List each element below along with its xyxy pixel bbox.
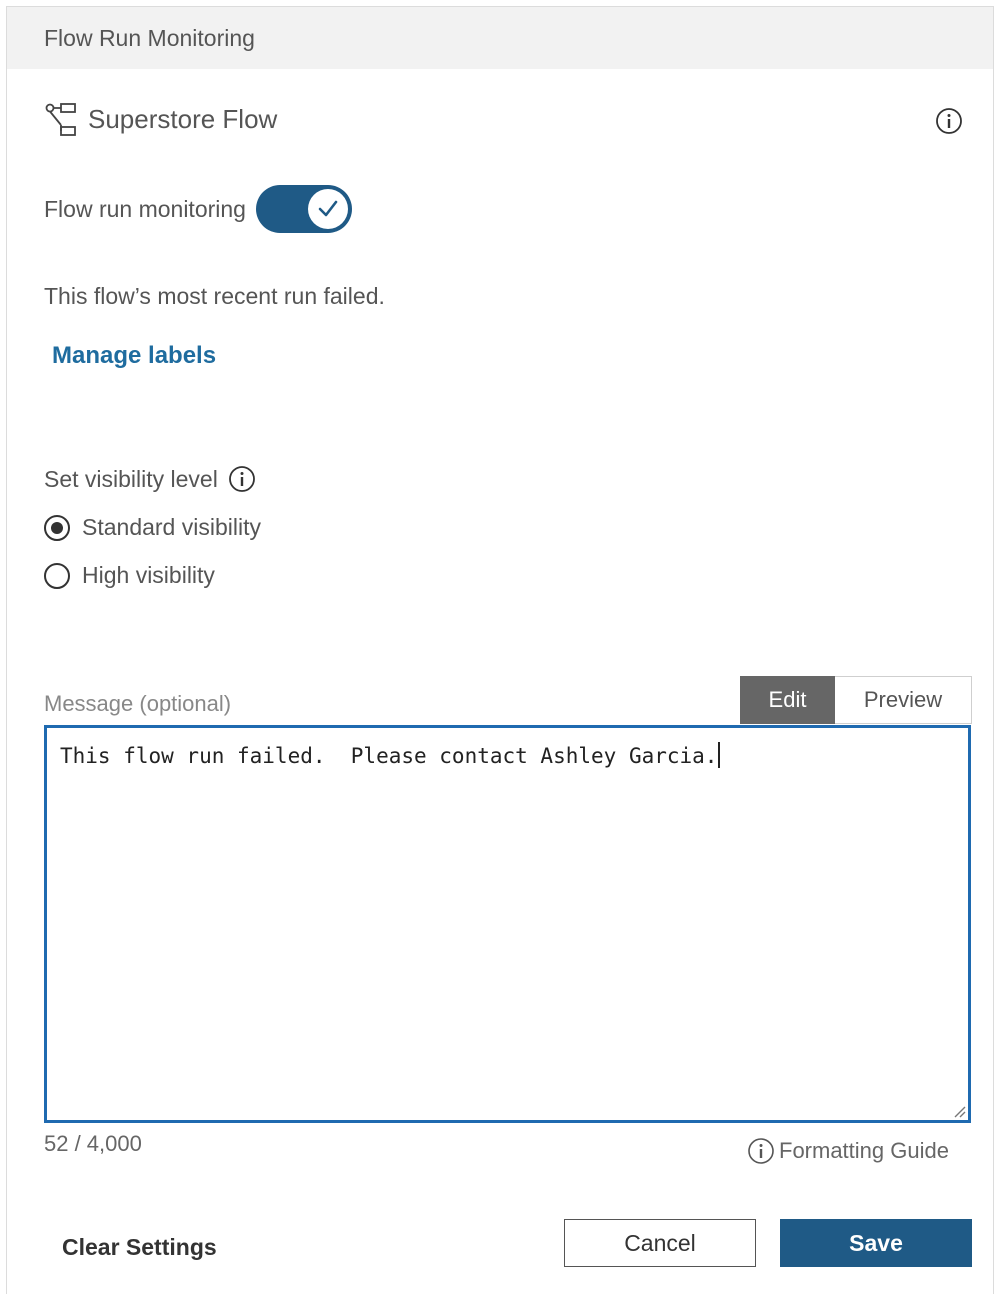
tab-preview[interactable]: Preview — [835, 676, 972, 724]
manage-labels-link[interactable]: Manage labels — [52, 342, 216, 370]
save-button[interactable]: Save — [780, 1219, 972, 1267]
formatting-guide-label: Formatting Guide — [779, 1138, 949, 1163]
message-textarea[interactable]: This flow run failed. Please contact Ash… — [44, 725, 971, 1123]
monitoring-toggle[interactable] — [255, 185, 352, 233]
monitoring-toggle-label: Flow run monitoring — [44, 195, 246, 222]
radio-label: High visibility — [82, 562, 215, 588]
flow-icon — [45, 103, 76, 136]
radio-high-visibility[interactable]: High visibility — [44, 562, 215, 589]
run-status-text: This flow’s most recent run failed. — [44, 283, 385, 309]
dialog-header: Flow Run Monitoring — [7, 7, 993, 69]
visibility-label: Set visibility level — [44, 465, 218, 492]
toggle-knob — [307, 189, 348, 229]
tab-edit[interactable]: Edit — [740, 676, 835, 724]
flow-name: Superstore Flow — [88, 103, 278, 134]
message-label: Message (optional) — [44, 691, 232, 716]
flow-name-row: Superstore Flow — [44, 99, 277, 139]
text-caret — [718, 742, 721, 768]
radio-button[interactable] — [44, 562, 70, 589]
radio-standard-visibility[interactable]: Standard visibility — [44, 514, 261, 541]
info-icon — [748, 1138, 774, 1164]
character-count: 52 / 4,000 — [44, 1131, 142, 1156]
dialog-title: Flow Run Monitoring — [44, 25, 255, 51]
radio-label: Standard visibility — [82, 514, 261, 540]
message-value: This flow run failed. Please contact Ash… — [60, 744, 718, 768]
radio-button-selected[interactable] — [44, 514, 70, 541]
info-icon[interactable] — [935, 107, 963, 135]
message-tabs: Edit Preview — [740, 676, 972, 724]
checkmark-icon — [318, 200, 338, 217]
clear-settings-button[interactable]: Clear Settings — [62, 1234, 217, 1261]
visibility-label-row: Set visibility level — [44, 465, 256, 493]
info-icon[interactable] — [228, 465, 256, 493]
flow-run-monitoring-dialog: Flow Run Monitoring Superstore Flow Flow… — [6, 6, 994, 1294]
formatting-guide-link[interactable]: Formatting Guide — [747, 1137, 949, 1165]
cancel-button[interactable]: Cancel — [564, 1219, 756, 1267]
resize-grip-icon[interactable] — [950, 1102, 966, 1118]
monitoring-toggle-row: Flow run monitoring — [44, 185, 352, 233]
message-text: This flow run failed. Please contact Ash… — [60, 742, 721, 768]
radio-dot — [51, 521, 63, 534]
